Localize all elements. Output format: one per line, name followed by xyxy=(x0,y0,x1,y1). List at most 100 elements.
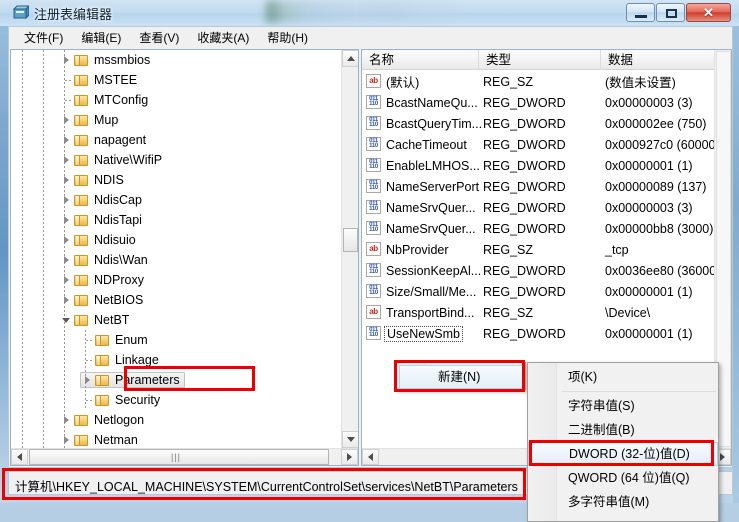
tree-item-ndproxy[interactable]: NDProxy xyxy=(11,270,341,290)
submenu-item[interactable]: 项(K) xyxy=(528,365,718,389)
expand-arrow-closed-icon[interactable] xyxy=(61,155,72,166)
menu-file[interactable]: 文件(F) xyxy=(15,27,72,48)
tree-item-content[interactable]: Mup xyxy=(59,112,123,128)
tree-item-content[interactable]: MSTEE xyxy=(59,72,142,88)
values-scroll-left-button[interactable] xyxy=(362,449,379,465)
tree-item-security[interactable]: Security xyxy=(11,390,341,410)
column-header-type[interactable]: 类型 xyxy=(479,50,601,70)
expand-arrow-closed-icon[interactable] xyxy=(61,255,72,266)
values-row[interactable]: ab (默认) REG_SZ (数值未设置) xyxy=(362,71,731,92)
expand-arrow-closed-icon[interactable] xyxy=(61,415,72,426)
maximize-button[interactable] xyxy=(656,3,685,22)
registry-tree[interactable]: mssmbios MSTEE MTConfig Mup napagent Native\W… xyxy=(11,50,341,448)
tree-item-content[interactable]: Ndis\Wan xyxy=(59,252,153,268)
values-row[interactable]: 011 110 Size/Small/Me... REG_DWORD 0x0000000… xyxy=(362,281,731,302)
submenu-item[interactable]: 二进制值(B) xyxy=(528,418,718,442)
values-row[interactable]: 011 110 BcastNameQu... REG_DWORD 0x00000003 … xyxy=(362,92,731,113)
expand-arrow-closed-icon[interactable] xyxy=(61,175,72,186)
expand-arrow-closed-icon[interactable] xyxy=(61,195,72,206)
tree-item-mup[interactable]: Mup xyxy=(11,110,341,130)
tree-item-content[interactable]: NDProxy xyxy=(59,272,149,288)
values-row[interactable]: 011 110 CacheTimeout REG_DWORD 0x000927c0 (6… xyxy=(362,134,731,155)
expand-arrow-open-icon[interactable] xyxy=(61,315,72,326)
menu-favorites[interactable]: 收藏夹(A) xyxy=(188,27,258,48)
tree-item-linkage[interactable]: Linkage xyxy=(11,350,341,370)
expand-arrow-closed-icon[interactable] xyxy=(61,435,72,446)
submenu-item[interactable]: 字符串值(S) xyxy=(528,394,718,418)
column-header-name[interactable]: 名称 xyxy=(362,50,479,70)
tree-item-content[interactable]: NetBT xyxy=(59,312,134,328)
expand-arrow-closed-icon[interactable] xyxy=(61,55,72,66)
values-row[interactable]: ab NbProvider REG_SZ _tcp xyxy=(362,239,731,260)
submenu-item[interactable]: QWORD (64 位)值(Q) xyxy=(528,466,718,490)
column-header-data[interactable]: 数据 xyxy=(601,50,731,70)
tree-item-content[interactable]: NetBIOS xyxy=(59,292,148,308)
expand-arrow-closed-icon[interactable] xyxy=(61,115,72,126)
values-row[interactable]: 011 110 NameServerPort REG_DWORD 0x00000089 … xyxy=(362,176,731,197)
tree-scroll-left-button[interactable] xyxy=(11,449,28,465)
tree-item-netbios[interactable]: NetBIOS xyxy=(11,290,341,310)
tree-item-content[interactable]: Native\WifiP xyxy=(59,152,167,168)
menu-edit[interactable]: 编辑(E) xyxy=(72,27,130,48)
menu-view[interactable]: 查看(V) xyxy=(130,27,188,48)
tree-item-netbt[interactable]: NetBT xyxy=(11,310,341,330)
expand-arrow-closed-icon[interactable] xyxy=(61,135,72,146)
menu-item-new[interactable]: 新建(N) xyxy=(399,365,523,389)
tree-hscroll-thumb[interactable]: ||| xyxy=(29,449,329,465)
values-row[interactable]: ab TransportBind... REG_SZ \Device\ xyxy=(362,302,731,323)
tree-item-parameters[interactable]: Parameters xyxy=(11,370,341,390)
tree-item-content[interactable]: NdisCap xyxy=(59,192,147,208)
minimize-button[interactable] xyxy=(626,3,655,22)
tree-item-content[interactable]: NDIS xyxy=(59,172,129,188)
tree-item-content[interactable]: Linkage xyxy=(80,352,164,368)
tree-item-ndisuio[interactable]: Ndisuio xyxy=(11,230,341,250)
tree-item-nativewifip[interactable]: Native\WifiP xyxy=(11,150,341,170)
tree-guide-line xyxy=(22,430,23,448)
expand-arrow-closed-icon[interactable] xyxy=(82,375,93,386)
expand-arrow-closed-icon[interactable] xyxy=(61,235,72,246)
tree-item-mtconfig[interactable]: MTConfig xyxy=(11,90,341,110)
tree-item-netman[interactable]: Netman xyxy=(11,430,341,448)
tree-scroll-thumb[interactable] xyxy=(343,228,358,252)
tree-item-content[interactable]: Security xyxy=(80,392,165,408)
tree-scroll-down-button[interactable] xyxy=(342,431,358,448)
tree-item-selected[interactable]: Parameters xyxy=(80,372,185,388)
tree-item-content[interactable]: mssmbios xyxy=(59,52,155,68)
tree-item-content[interactable]: Netman xyxy=(59,432,143,448)
tree-item-content[interactable]: NdisTapi xyxy=(59,212,147,228)
tree-item-content[interactable]: napagent xyxy=(59,132,151,148)
tree-item-ndistapi[interactable]: NdisTapi xyxy=(11,210,341,230)
expand-arrow-closed-icon[interactable] xyxy=(61,215,72,226)
tree-horizontal-scrollbar[interactable]: ||| xyxy=(11,448,358,465)
values-row[interactable]: 011 110 BcastQueryTim... REG_DWORD 0x000002e… xyxy=(362,113,731,134)
tree-item-mstee[interactable]: MSTEE xyxy=(11,70,341,90)
tree-item-content[interactable]: Netlogon xyxy=(59,412,149,428)
submenu-item[interactable]: 多字符串值(M) xyxy=(528,490,718,514)
expand-arrow-closed-icon[interactable] xyxy=(61,275,72,286)
expand-arrow-none xyxy=(61,75,72,86)
values-row[interactable]: 011 110 SessionKeepAl... REG_DWORD 0x0036ee8… xyxy=(362,260,731,281)
title-bar[interactable]: 注册表编辑器 ✕ xyxy=(0,0,739,26)
string-value-icon: ab xyxy=(366,74,381,88)
menu-help[interactable]: 帮助(H) xyxy=(258,27,317,48)
submenu-item[interactable]: DWORD (32-位)值(D) xyxy=(528,442,718,466)
tree-item-ndiscap[interactable]: NdisCap xyxy=(11,190,341,210)
tree-item-napagent[interactable]: napagent xyxy=(11,130,341,150)
close-button[interactable]: ✕ xyxy=(686,3,731,22)
tree-item-content[interactable]: Ndisuio xyxy=(59,232,141,248)
values-row[interactable]: 011 110 EnableLMHOS... REG_DWORD 0x00000001 … xyxy=(362,155,731,176)
tree-item-ndis[interactable]: NDIS xyxy=(11,170,341,190)
tree-scroll-up-button[interactable] xyxy=(342,50,358,67)
expand-arrow-closed-icon[interactable] xyxy=(61,295,72,306)
values-row[interactable]: 011 110 NameSrvQuer... REG_DWORD 0x00000003 … xyxy=(362,197,731,218)
tree-item-content[interactable]: Enum xyxy=(80,332,153,348)
tree-vertical-scrollbar[interactable] xyxy=(341,50,358,448)
tree-item-ndiswan[interactable]: Ndis\Wan xyxy=(11,250,341,270)
tree-scroll-right-button[interactable] xyxy=(341,449,358,465)
tree-item-enum[interactable]: Enum xyxy=(11,330,341,350)
values-row[interactable]: 011 110 NameSrvQuer... REG_DWORD 0x00000bb8 … xyxy=(362,218,731,239)
tree-item-mssmbios[interactable]: mssmbios xyxy=(11,50,341,70)
values-row[interactable]: 011 110 UseNewSmb REG_DWORD 0x00000001 (1) xyxy=(362,323,731,344)
tree-item-content[interactable]: MTConfig xyxy=(59,92,153,108)
tree-item-netlogon[interactable]: Netlogon xyxy=(11,410,341,430)
